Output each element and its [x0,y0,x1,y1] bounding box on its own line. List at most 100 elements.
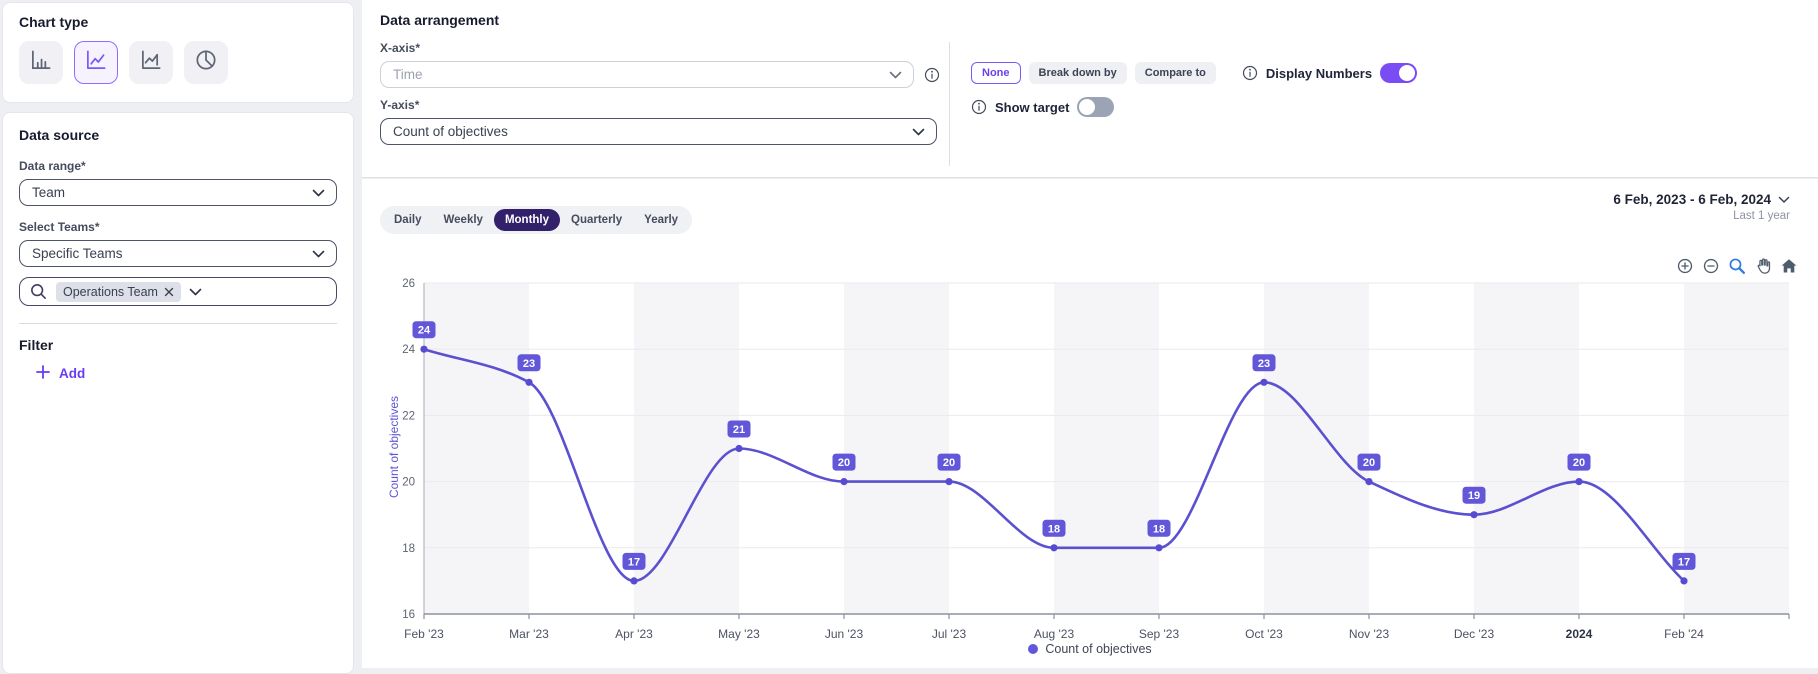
svg-text:20: 20 [1573,457,1585,469]
svg-text:Sep '23: Sep '23 [1139,627,1180,641]
svg-text:Feb '23: Feb '23 [404,627,444,641]
compare-to-button[interactable]: Compare to [1134,62,1216,84]
home-reset-icon[interactable] [1780,257,1798,275]
team-chip[interactable]: Operations Team [56,281,181,302]
svg-text:2024: 2024 [1566,627,1593,641]
svg-text:Oct '23: Oct '23 [1245,627,1283,641]
chevron-down-icon [189,288,202,296]
line-chart-icon [83,47,109,78]
svg-text:May '23: May '23 [718,627,760,641]
y-axis-label: Y-axis* [380,98,420,112]
bar-chart-icon [28,47,54,78]
svg-text:20: 20 [838,457,850,469]
filter-divider [19,323,337,324]
svg-text:18: 18 [402,543,415,555]
x-axis-value: Time [393,67,423,82]
chart-type-line-button[interactable] [74,41,118,84]
display-numbers-label: Display Numbers [1265,65,1373,81]
zoom-in-icon[interactable] [1676,257,1694,275]
stepped-line-chart-icon [138,47,164,78]
line-chart-plot: 16 18 20 22 24 26 Feb '23 Mar '23 Apr '23 May '23… [402,278,1790,641]
chart-toolbar [1676,257,1798,275]
teams-search-multiselect[interactable]: Operations Team [19,277,337,306]
period-tab-quarterly[interactable]: Quarterly [560,209,633,231]
pan-hand-icon[interactable] [1754,257,1772,275]
svg-text:18: 18 [1048,523,1060,535]
svg-text:22: 22 [402,410,415,422]
svg-text:24: 24 [418,325,431,337]
svg-text:24: 24 [402,344,415,356]
show-target-row: Show target [971,97,1115,117]
data-range-value: Team [32,185,66,200]
chart-type-options [19,41,337,84]
chevron-down-icon [312,189,325,197]
add-filter-label: Add [59,366,86,381]
box-zoom-icon[interactable] [1728,257,1746,275]
y-axis-select[interactable]: Count of objectives [380,118,937,145]
x-axis-select[interactable]: Time [380,61,914,88]
chevron-down-icon [312,250,325,258]
svg-text:21: 21 [733,424,745,436]
chart-type-panel: Chart type [2,2,354,103]
display-numbers-info-icon[interactable] [1242,65,1258,81]
svg-text:19: 19 [1468,490,1480,502]
date-range-sub: Last 1 year [1733,210,1790,222]
svg-text:18: 18 [1153,523,1165,535]
period-tab-weekly[interactable]: Weekly [433,209,494,231]
search-icon [29,282,48,301]
svg-text:26: 26 [402,278,415,290]
add-filter-button[interactable]: Add [36,365,337,382]
toggle-knob [1079,99,1096,115]
chart-legend[interactable]: Count of objectives [362,642,1818,656]
svg-text:20: 20 [402,477,415,489]
svg-text:16: 16 [402,609,415,621]
svg-text:20: 20 [943,457,955,469]
show-target-info-icon[interactable] [971,99,987,115]
chart-type-bar-button[interactable] [19,41,63,84]
data-source-title: Data source [19,127,100,143]
select-teams-select[interactable]: Specific Teams [19,240,337,267]
svg-text:Jul '23: Jul '23 [932,627,967,641]
data-arrangement-panel: Data arrangement X-axis* Time Y-axis* Co… [362,0,1818,178]
chevron-down-icon [1778,192,1790,207]
svg-text:Dec '23: Dec '23 [1454,627,1495,641]
period-tab-daily[interactable]: Daily [383,209,433,231]
y-axis-value: Count of objectives [393,124,508,139]
breakdown-controls-row: None Break down by Compare to Display Nu… [971,62,1418,84]
date-range-label: 6 Feb, 2023 - 6 Feb, 2024 [1613,192,1771,207]
breakdown-none-button[interactable]: None [971,62,1021,84]
chart-type-stepped-line-button[interactable] [129,41,173,84]
x-axis-info-icon[interactable] [924,67,940,83]
toggle-knob [1399,65,1416,81]
data-source-panel: Data source Data range* Team Select Team… [2,112,354,674]
chevron-down-icon [889,71,902,79]
legend-dot-icon [1028,644,1039,654]
svg-text:17: 17 [1678,556,1690,568]
svg-text:Jun '23: Jun '23 [825,627,864,641]
display-numbers-toggle[interactable] [1380,63,1418,83]
svg-text:23: 23 [1258,358,1270,370]
team-chip-label: Operations Team [63,284,158,299]
show-target-toggle[interactable] [1077,97,1115,117]
svg-text:20: 20 [1363,457,1375,469]
chip-close-icon[interactable] [164,287,174,297]
show-target-label: Show target [995,99,1070,115]
x-axis-label: X-axis* [380,41,421,55]
break-down-by-button[interactable]: Break down by [1028,62,1127,84]
data-arrangement-title: Data arrangement [380,12,500,28]
svg-text:17: 17 [628,556,640,568]
period-tab-yearly[interactable]: Yearly [633,209,689,231]
chart-type-pie-button[interactable] [184,41,228,84]
period-tab-monthly[interactable]: Monthly [493,209,561,231]
zoom-out-icon[interactable] [1702,257,1720,275]
filter-title: Filter [19,337,54,353]
svg-text:23: 23 [523,358,535,370]
svg-text:Apr '23: Apr '23 [615,627,653,641]
svg-text:Nov '23: Nov '23 [1349,627,1390,641]
svg-text:Aug '23: Aug '23 [1034,627,1075,641]
legend-label: Count of objectives [1045,642,1152,656]
data-range-label: Data range* [19,159,86,173]
date-range-picker[interactable]: 6 Feb, 2023 - 6 Feb, 2024 Last 1 year [1613,192,1790,222]
data-range-select[interactable]: Team [19,179,337,206]
select-teams-value: Specific Teams [32,246,123,261]
